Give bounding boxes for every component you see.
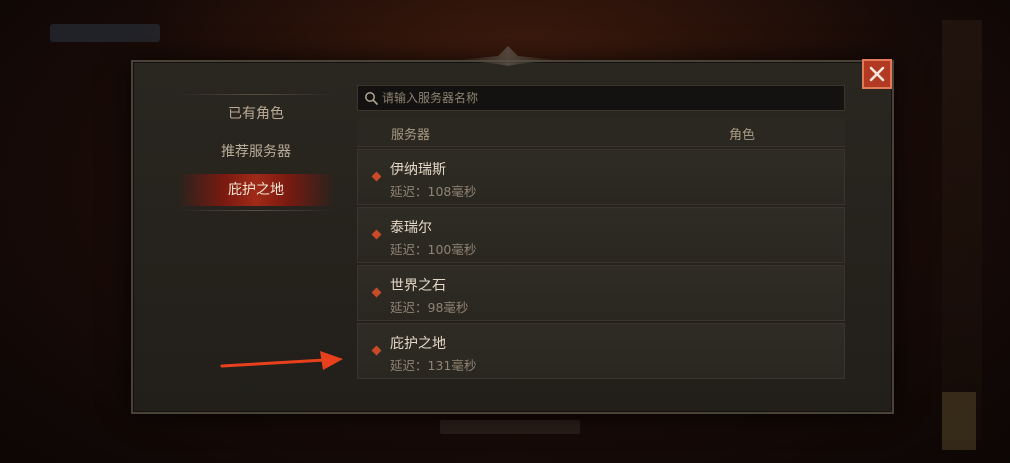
close-icon [869, 66, 885, 82]
server-list: 伊纳瑞斯 延迟：108毫秒 泰瑞尔 延迟：100毫秒 世界之石 延迟：98毫秒 … [357, 149, 845, 379]
server-name: 伊纳瑞斯 [390, 162, 446, 178]
server-row[interactable]: 泰瑞尔 延迟：100毫秒 [357, 207, 845, 263]
server-category-tabs: 已有角色 推荐服务器 庇护之地 [178, 92, 334, 212]
search-input[interactable] [382, 91, 844, 105]
server-name: 泰瑞尔 [390, 220, 432, 236]
tab-divider [178, 210, 334, 211]
diamond-icon [371, 345, 382, 356]
close-button[interactable] [862, 59, 892, 89]
server-latency: 延迟：100毫秒 [390, 242, 477, 257]
server-row[interactable]: 伊纳瑞斯 延迟：108毫秒 [357, 149, 845, 205]
tab-sanctuary[interactable]: 庇护之地 [178, 174, 334, 206]
server-search-box[interactable] [357, 85, 845, 111]
diamond-icon [371, 287, 382, 298]
server-row[interactable]: 世界之石 延迟：98毫秒 [357, 265, 845, 321]
background-bottom-label [440, 420, 580, 434]
search-icon [365, 92, 378, 105]
diamond-icon [371, 171, 382, 182]
server-row[interactable]: 庇护之地 延迟：131毫秒 [357, 323, 845, 379]
background-label [50, 24, 160, 42]
background-side-strip [942, 20, 982, 440]
server-table-header: 服务器 角色 [357, 118, 845, 147]
tab-divider [178, 94, 334, 95]
tab-recommended-servers[interactable]: 推荐服务器 [178, 136, 334, 168]
column-header-character: 角色 [729, 128, 756, 143]
column-header-server: 服务器 [391, 128, 431, 143]
server-latency: 延迟：98毫秒 [390, 300, 469, 315]
server-name: 庇护之地 [390, 336, 446, 352]
server-name: 世界之石 [390, 278, 446, 294]
server-latency: 延迟：131毫秒 [390, 358, 477, 373]
background-block [942, 392, 976, 450]
tab-existing-characters[interactable]: 已有角色 [178, 98, 334, 130]
diamond-icon [371, 229, 382, 240]
arrow-right-icon [220, 351, 343, 370]
server-latency: 延迟：108毫秒 [390, 184, 477, 199]
